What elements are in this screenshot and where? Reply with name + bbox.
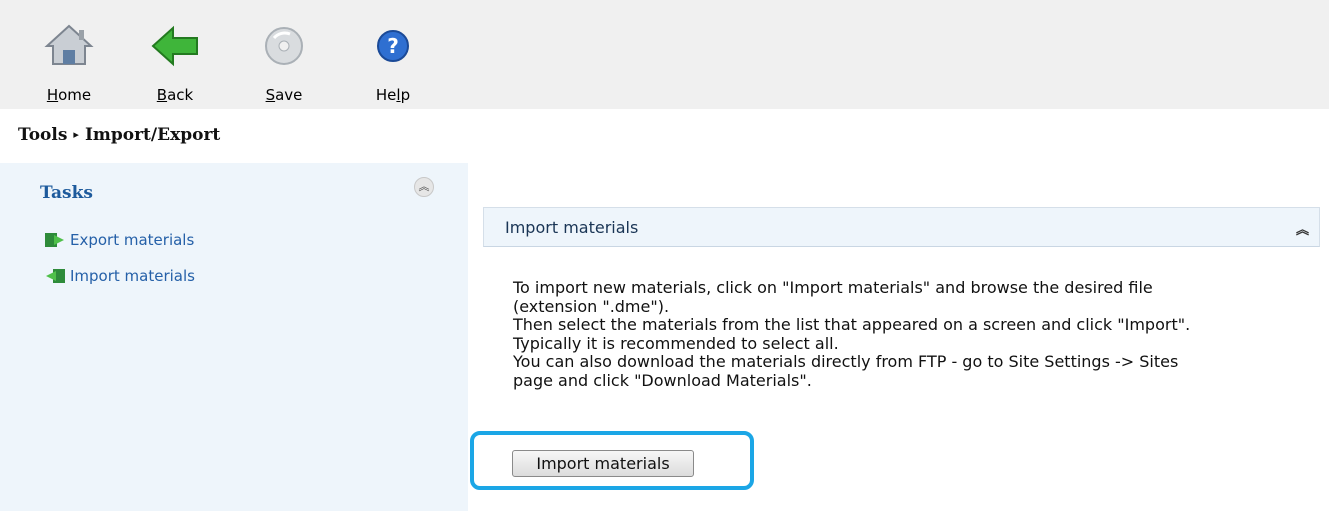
svg-text:?: ? xyxy=(387,34,399,58)
import-materials-panel-header: Import materials ︽ xyxy=(483,207,1320,247)
breadcrumb-separator-icon: ▸ xyxy=(73,128,79,141)
home-label: ome xyxy=(58,86,92,104)
back-button[interactable]: Back xyxy=(143,18,207,108)
double-chevron-up-icon: ︽ xyxy=(418,180,430,193)
tasks-collapse-button[interactable]: ︽ xyxy=(414,177,434,197)
export-icon xyxy=(45,233,64,247)
import-materials-button[interactable]: Import materials xyxy=(512,450,694,477)
breadcrumb-current: Import/Export xyxy=(84,125,221,145)
home-key: H xyxy=(46,86,59,104)
panel-title: Import materials xyxy=(505,218,639,237)
help-icon: ? xyxy=(377,30,409,62)
description-line: page and click "Download Materials". xyxy=(513,370,812,390)
help-label-pre: He xyxy=(375,86,397,104)
description-line: (extension ".dme"). xyxy=(513,296,670,316)
import-materials-link[interactable]: Import materials xyxy=(44,267,195,285)
panel-description: To import new materials, click on "Impor… xyxy=(513,278,1313,390)
back-label: ack xyxy=(167,86,194,104)
export-materials-label: Export materials xyxy=(70,231,195,249)
tasks-panel: Tasks ︽ Export materials Import material… xyxy=(0,163,468,511)
import-materials-label: Import materials xyxy=(70,267,195,285)
description-line: You can also download the materials dire… xyxy=(513,352,1179,371)
import-icon xyxy=(46,269,65,283)
home-icon xyxy=(44,24,94,65)
save-key: S xyxy=(265,86,276,104)
help-button[interactable]: ? Help xyxy=(361,18,425,108)
home-button[interactable]: Home xyxy=(37,18,101,108)
help-label-rest: p xyxy=(400,86,411,104)
breadcrumb: Tools ▸ Import/Export xyxy=(18,125,220,145)
description-line: Typically it is recommended to select al… xyxy=(513,333,839,353)
save-button[interactable]: Save xyxy=(252,18,316,108)
disc-save-icon xyxy=(265,27,303,65)
back-arrow-icon xyxy=(151,25,198,67)
description-line: To import new materials, click on "Impor… xyxy=(513,278,1153,297)
breadcrumb-parent[interactable]: Tools xyxy=(18,125,67,145)
save-label: ave xyxy=(275,86,303,104)
tasks-title: Tasks xyxy=(40,183,93,203)
toolbar: Home Back Save ? Help xyxy=(0,0,1329,109)
back-key: B xyxy=(156,86,168,104)
export-materials-link[interactable]: Export materials xyxy=(44,231,194,249)
description-line: Then select the materials from the list … xyxy=(513,315,1191,334)
panel-collapse-icon[interactable]: ︽ xyxy=(1296,219,1309,238)
